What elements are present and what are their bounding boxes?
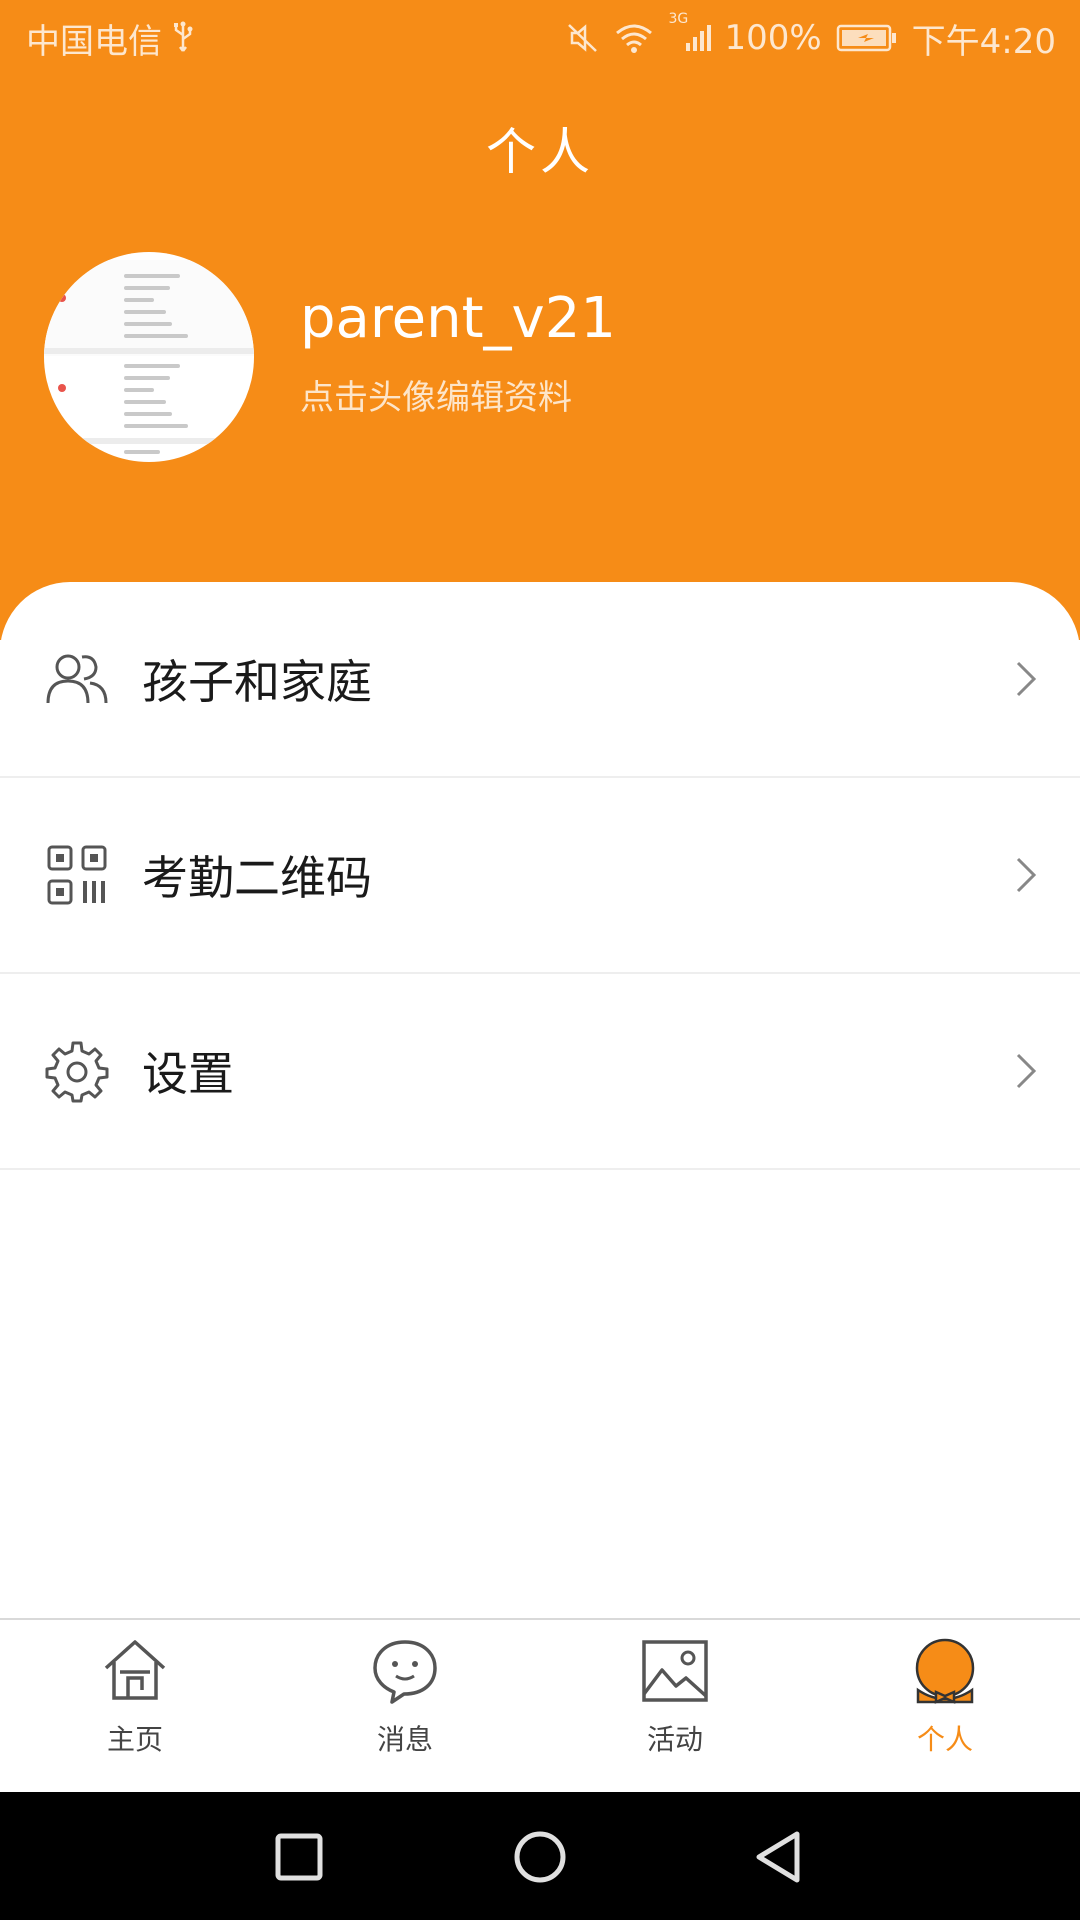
tab-activities[interactable]: 活动	[540, 1620, 810, 1792]
tab-label: 主页	[106, 1723, 163, 1756]
menu-label: 考勤二维码	[142, 851, 372, 905]
menu-item-attendance-qr[interactable]: 考勤二维码	[0, 778, 1080, 974]
image-icon	[642, 1640, 708, 1702]
tab-messages[interactable]: 消息	[270, 1620, 540, 1792]
battery-percent: 100%	[724, 18, 822, 58]
tab-label: 消息	[376, 1723, 433, 1756]
menu-item-settings[interactable]: 设置	[0, 974, 1080, 1170]
mute-icon	[566, 21, 600, 55]
usb-icon	[172, 21, 194, 55]
clock: 下午4:20	[911, 21, 1056, 62]
home-icon	[104, 1640, 166, 1700]
menu-label: 孩子和家庭	[142, 655, 372, 709]
wifi-icon	[614, 21, 654, 55]
qr-code-icon	[44, 842, 110, 908]
page-title: 个人	[486, 123, 594, 181]
tab-label: 活动	[646, 1723, 703, 1756]
avatar[interactable]	[44, 252, 254, 462]
chevron-right-icon	[1016, 661, 1037, 697]
chevron-right-icon	[1016, 857, 1037, 893]
chat-bubble-icon	[373, 1640, 437, 1704]
recent-apps-icon[interactable]	[264, 1822, 334, 1892]
bottom-tab-bar: 主页 消息 活动 个人	[0, 1618, 1080, 1792]
tab-home[interactable]: 主页	[0, 1620, 270, 1792]
home-button-icon[interactable]	[505, 1822, 575, 1892]
tab-label: 个人	[916, 1723, 973, 1756]
chevron-right-icon	[1016, 1053, 1037, 1089]
username[interactable]: parent_v21	[300, 286, 616, 351]
menu-label: 设置	[142, 1047, 234, 1101]
signal-icon: 3G	[668, 11, 714, 55]
menu-card: 孩子和家庭 考勤二维码 设置	[0, 582, 1080, 1618]
system-navigation-bar	[0, 1792, 1080, 1920]
menu-item-family[interactable]: 孩子和家庭	[0, 582, 1080, 778]
people-icon	[44, 646, 110, 712]
back-button-icon[interactable]	[745, 1822, 815, 1892]
battery-charging-icon	[836, 23, 898, 53]
carrier-label: 中国电信	[26, 21, 162, 62]
gear-icon	[44, 1038, 110, 1104]
tab-profile[interactable]: 个人	[810, 1620, 1080, 1792]
profile-mascot-icon	[915, 1638, 975, 1704]
status-bar: 中国电信 3G 100% 下午4:20	[0, 0, 1080, 76]
edit-profile-hint[interactable]: 点击头像编辑资料	[300, 370, 572, 419]
network-type: 3G	[668, 11, 689, 27]
